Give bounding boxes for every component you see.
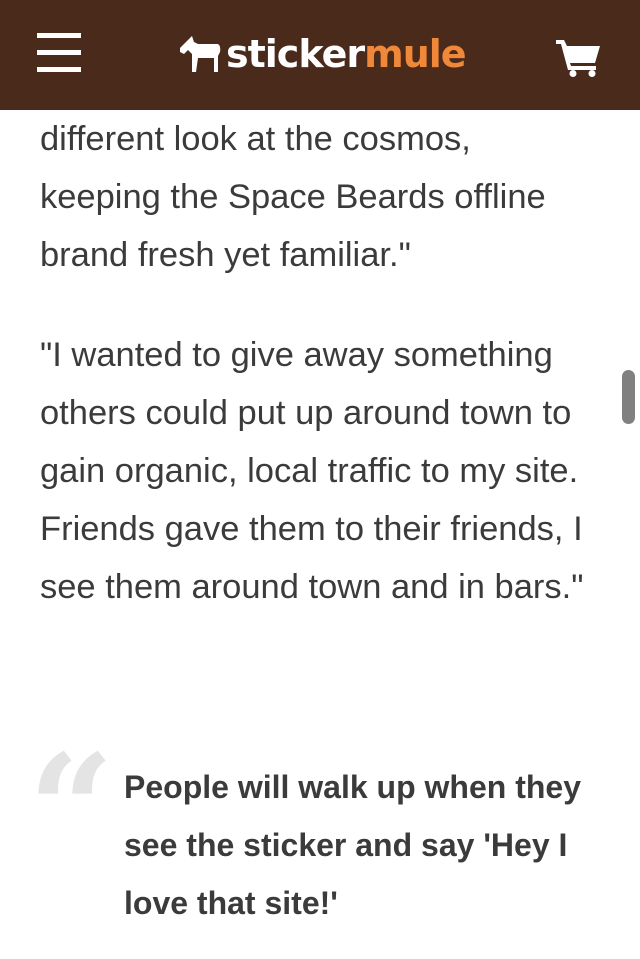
logo-text: stickermule [226,28,467,80]
logo-text-mule: mule [364,32,466,76]
stickermule-logo[interactable]: stickermule [178,28,467,80]
hamburger-menu-icon[interactable] [37,33,81,73]
top-header: stickermule [0,0,640,110]
quote-mark-icon: “ [28,722,115,898]
logo-text-sticker: sticker [226,32,365,76]
shopping-cart-icon[interactable] [556,37,602,77]
scrollbar-thumb[interactable] [622,370,635,424]
page: stickermule different look at the cosmos… [0,0,640,959]
article-paragraph: different look at the cosmos, keeping th… [40,120,546,274]
pull-quote: People will walk up when they see the st… [124,769,581,921]
mule-icon [180,36,221,72]
article-paragraph: "I wanted to give away something others … [40,336,584,606]
